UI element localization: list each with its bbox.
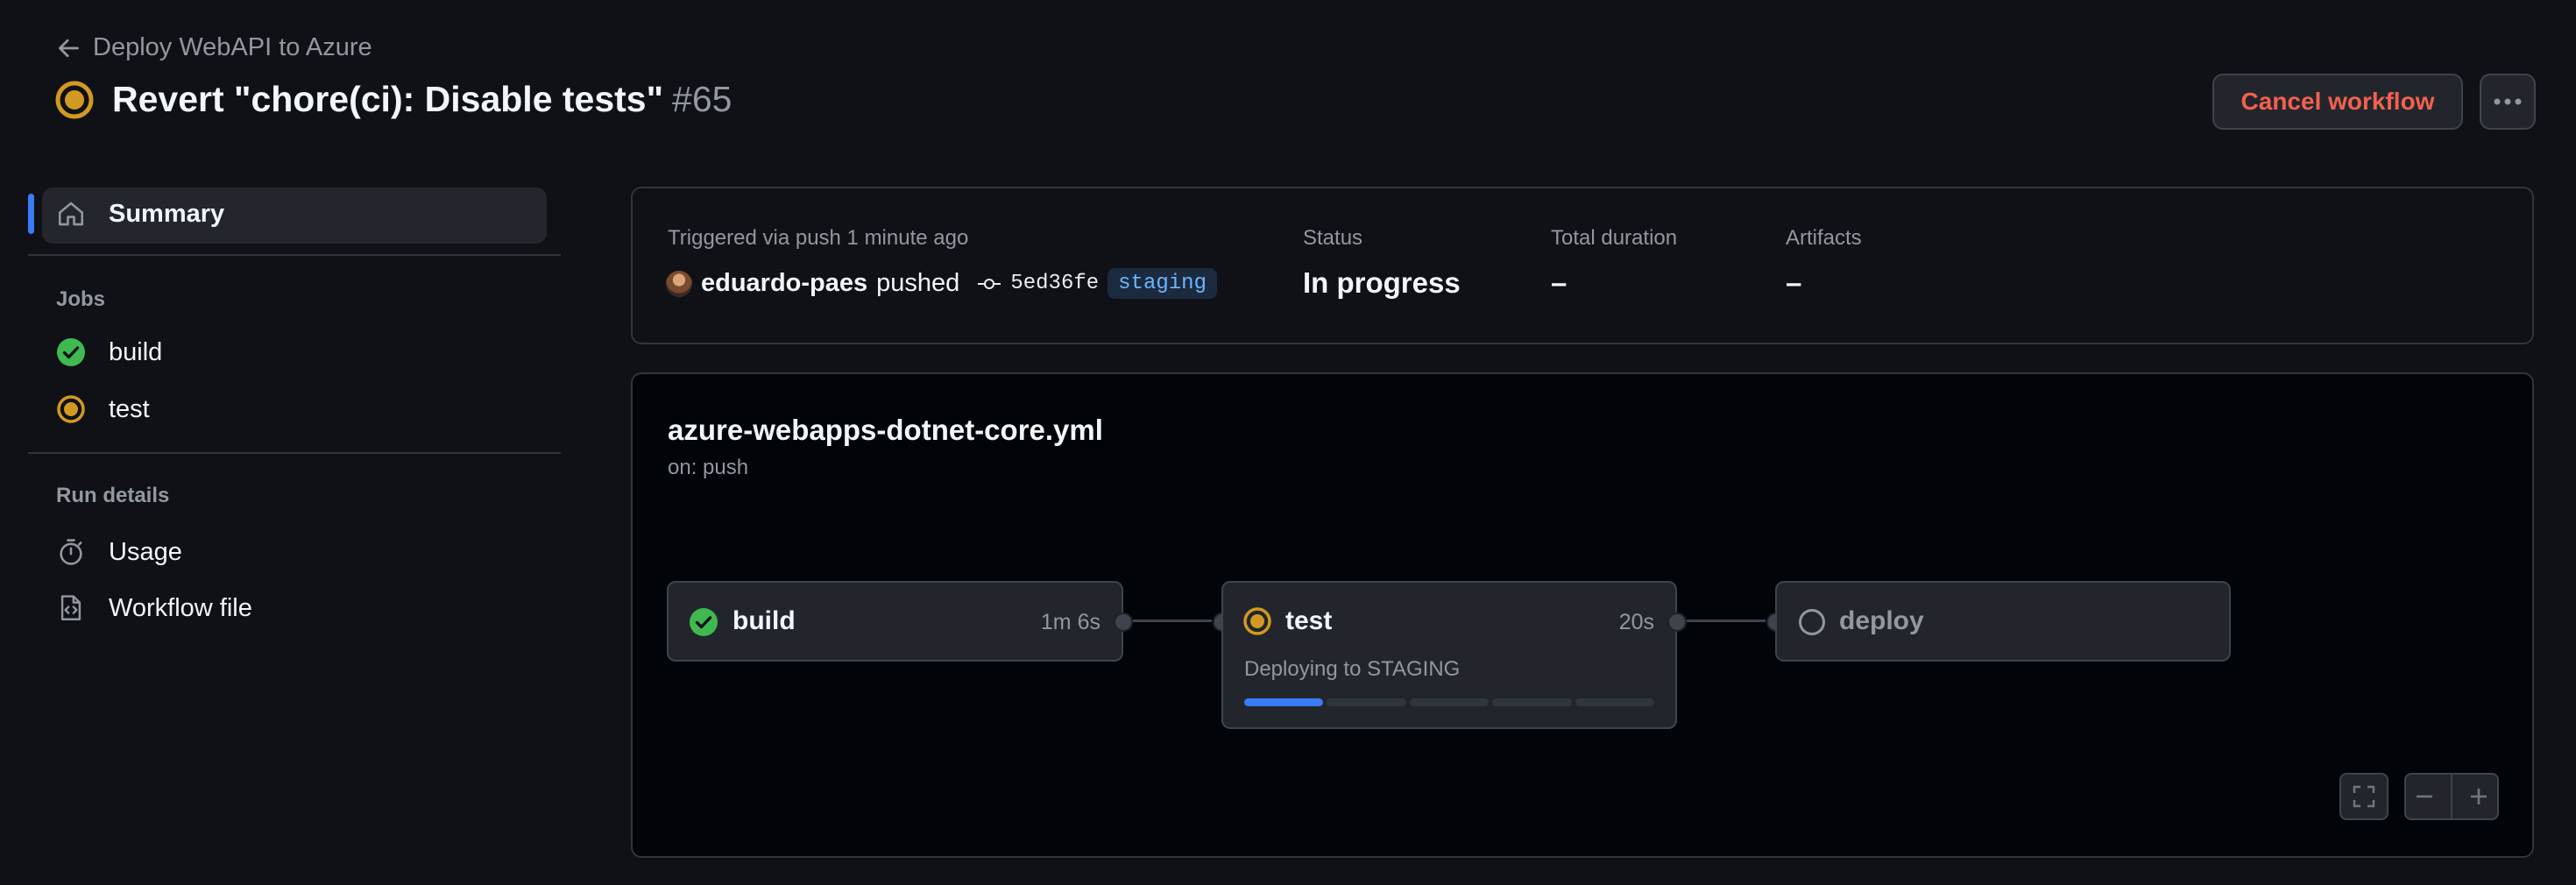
job-step-text: Deploying to STAGING	[1244, 657, 1461, 681]
arrow-left-icon	[58, 39, 79, 57]
job-node-time: 1m 6s	[1040, 610, 1100, 634]
fullscreen-icon	[2353, 785, 2375, 808]
job-node-title: build	[732, 606, 796, 635]
sidebar-item-label: Workflow file	[109, 593, 252, 622]
artifacts-label: Artifacts	[1786, 226, 1862, 250]
actor-link[interactable]: eduardo-paes	[701, 269, 867, 298]
check-circle-icon	[57, 338, 85, 366]
sidebar-item-workflow-file[interactable]: Workflow file	[56, 593, 252, 623]
duration-value: –	[1551, 266, 1568, 299]
job-node-time: 20s	[1618, 610, 1654, 634]
job-node-title: deploy	[1839, 606, 1924, 635]
zoom-controls	[2404, 773, 2499, 820]
sidebar-divider	[28, 452, 561, 454]
sidebar-item-usage[interactable]: Usage	[56, 537, 182, 567]
stopwatch-icon	[60, 539, 82, 565]
sidebar-item-test[interactable]: test	[56, 394, 150, 424]
queued-circle-icon	[1799, 609, 1825, 635]
branch-badge[interactable]: staging	[1108, 268, 1217, 299]
page-title: Revert "chore(ci): Disable tests"	[112, 79, 664, 119]
sidebar-item-build[interactable]: build	[56, 337, 162, 367]
more-options-button[interactable]	[2480, 74, 2536, 130]
status-label: Status	[1303, 226, 1363, 250]
run-summary-card	[631, 187, 2534, 344]
progress-segment	[1409, 698, 1490, 706]
avatar	[666, 270, 692, 297]
in-progress-icon	[57, 395, 85, 423]
fullscreen-button[interactable]	[2339, 773, 2388, 820]
cancel-workflow-button[interactable]: Cancel workflow	[2212, 74, 2463, 130]
back-link[interactable]: Deploy WebAPI to Azure	[56, 33, 372, 62]
active-indicator	[28, 194, 34, 234]
duration-label: Total duration	[1551, 226, 1678, 250]
sidebar-divider	[28, 254, 561, 256]
sidebar-item-label: test	[109, 394, 150, 423]
job-progress-bar	[1244, 698, 1655, 706]
commit-sha-link[interactable]: 5ed36fe	[1010, 272, 1099, 295]
progress-segment	[1575, 698, 1655, 706]
progress-segment	[1244, 698, 1324, 706]
back-link-label: Deploy WebAPI to Azure	[93, 33, 372, 61]
push-action: pushed	[876, 269, 960, 297]
artifacts-value: –	[1786, 266, 1802, 299]
in-progress-icon	[1243, 607, 1271, 635]
workflow-trigger: on: push	[668, 456, 749, 479]
zoom-out-icon[interactable]	[2413, 785, 2436, 808]
connector-dot	[1114, 612, 1133, 632]
run-number: #65	[672, 79, 732, 119]
kebab-horizontal-icon	[2494, 98, 2522, 105]
connector-dot	[1667, 612, 1687, 632]
push-info: eduardo-paes pushed 5ed36fe staging	[666, 268, 1217, 299]
sidebar-item-label: build	[109, 337, 163, 366]
job-node-title: test	[1285, 606, 1333, 635]
sidebar-item-label: Summary	[109, 199, 225, 228]
status-value: In progress	[1303, 266, 1461, 299]
check-circle-icon	[690, 608, 718, 636]
page-title-row: Revert "chore(ci): Disable tests" #65	[54, 79, 732, 120]
sidebar-item-label: Usage	[109, 537, 182, 566]
job-node-test[interactable]	[1221, 581, 1677, 729]
jobs-heading: Jobs	[56, 287, 106, 311]
in-progress-icon	[55, 81, 94, 118]
progress-segment	[1492, 698, 1572, 706]
zoom-in-icon[interactable]	[2467, 785, 2490, 808]
zoom-divider	[2450, 774, 2452, 819]
connector-line	[1687, 620, 1766, 622]
workflow-file-name[interactable]: azure-webapps-dotnet-core.yml	[668, 414, 1103, 447]
progress-segment	[1327, 698, 1406, 706]
sidebar-item-summary[interactable]: Summary	[56, 199, 224, 229]
trigger-text: Triggered via push 1 minute ago	[668, 226, 969, 250]
connector-line	[1133, 620, 1212, 622]
file-code-icon	[60, 595, 81, 620]
git-commit-icon	[978, 278, 1001, 289]
home-icon	[58, 202, 84, 226]
run-details-heading: Run details	[56, 484, 170, 507]
